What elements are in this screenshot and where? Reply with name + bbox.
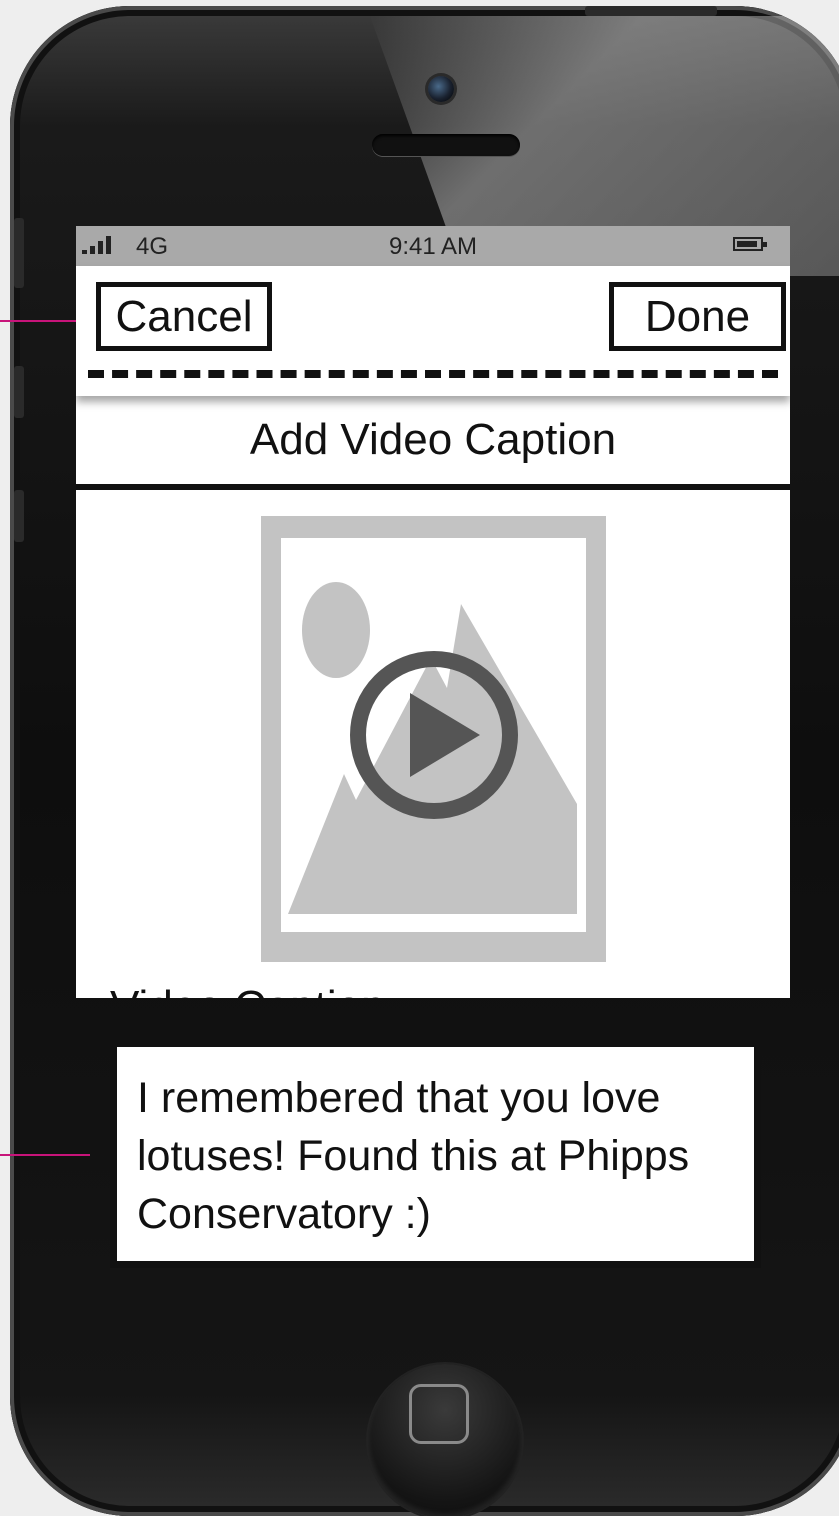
done-button[interactable]: Done [609, 282, 786, 351]
annotation-line-bottom [0, 1154, 90, 1156]
status-bar: 4G 9:41 AM [76, 226, 790, 266]
play-icon[interactable] [347, 648, 521, 822]
nav-bar: Cancel Done [76, 266, 790, 396]
video-thumbnail[interactable] [261, 516, 606, 962]
cancel-button-label: Cancel [115, 291, 253, 341]
home-button-icon [409, 1384, 469, 1444]
caption-textarea[interactable]: I remembered that you love lotuses! Foun… [110, 1040, 761, 1268]
battery-icon [733, 237, 767, 251]
status-time: 9:41 AM [388, 233, 478, 260]
dashed-divider [88, 370, 778, 378]
volume-up-button [14, 366, 24, 418]
volume-down-button [14, 490, 24, 542]
power-button [585, 6, 717, 16]
phone-screen: 4G 9:41 AM Cancel Done Add Video Caption… [76, 226, 790, 998]
mute-switch [14, 218, 24, 288]
earpiece-speaker [372, 134, 520, 156]
page-title: Add Video Caption [76, 396, 790, 490]
caption-label: Video Caption [110, 982, 386, 998]
front-camera [428, 76, 454, 102]
cancel-button[interactable]: Cancel [96, 282, 272, 351]
done-button-label: Done [644, 291, 751, 341]
